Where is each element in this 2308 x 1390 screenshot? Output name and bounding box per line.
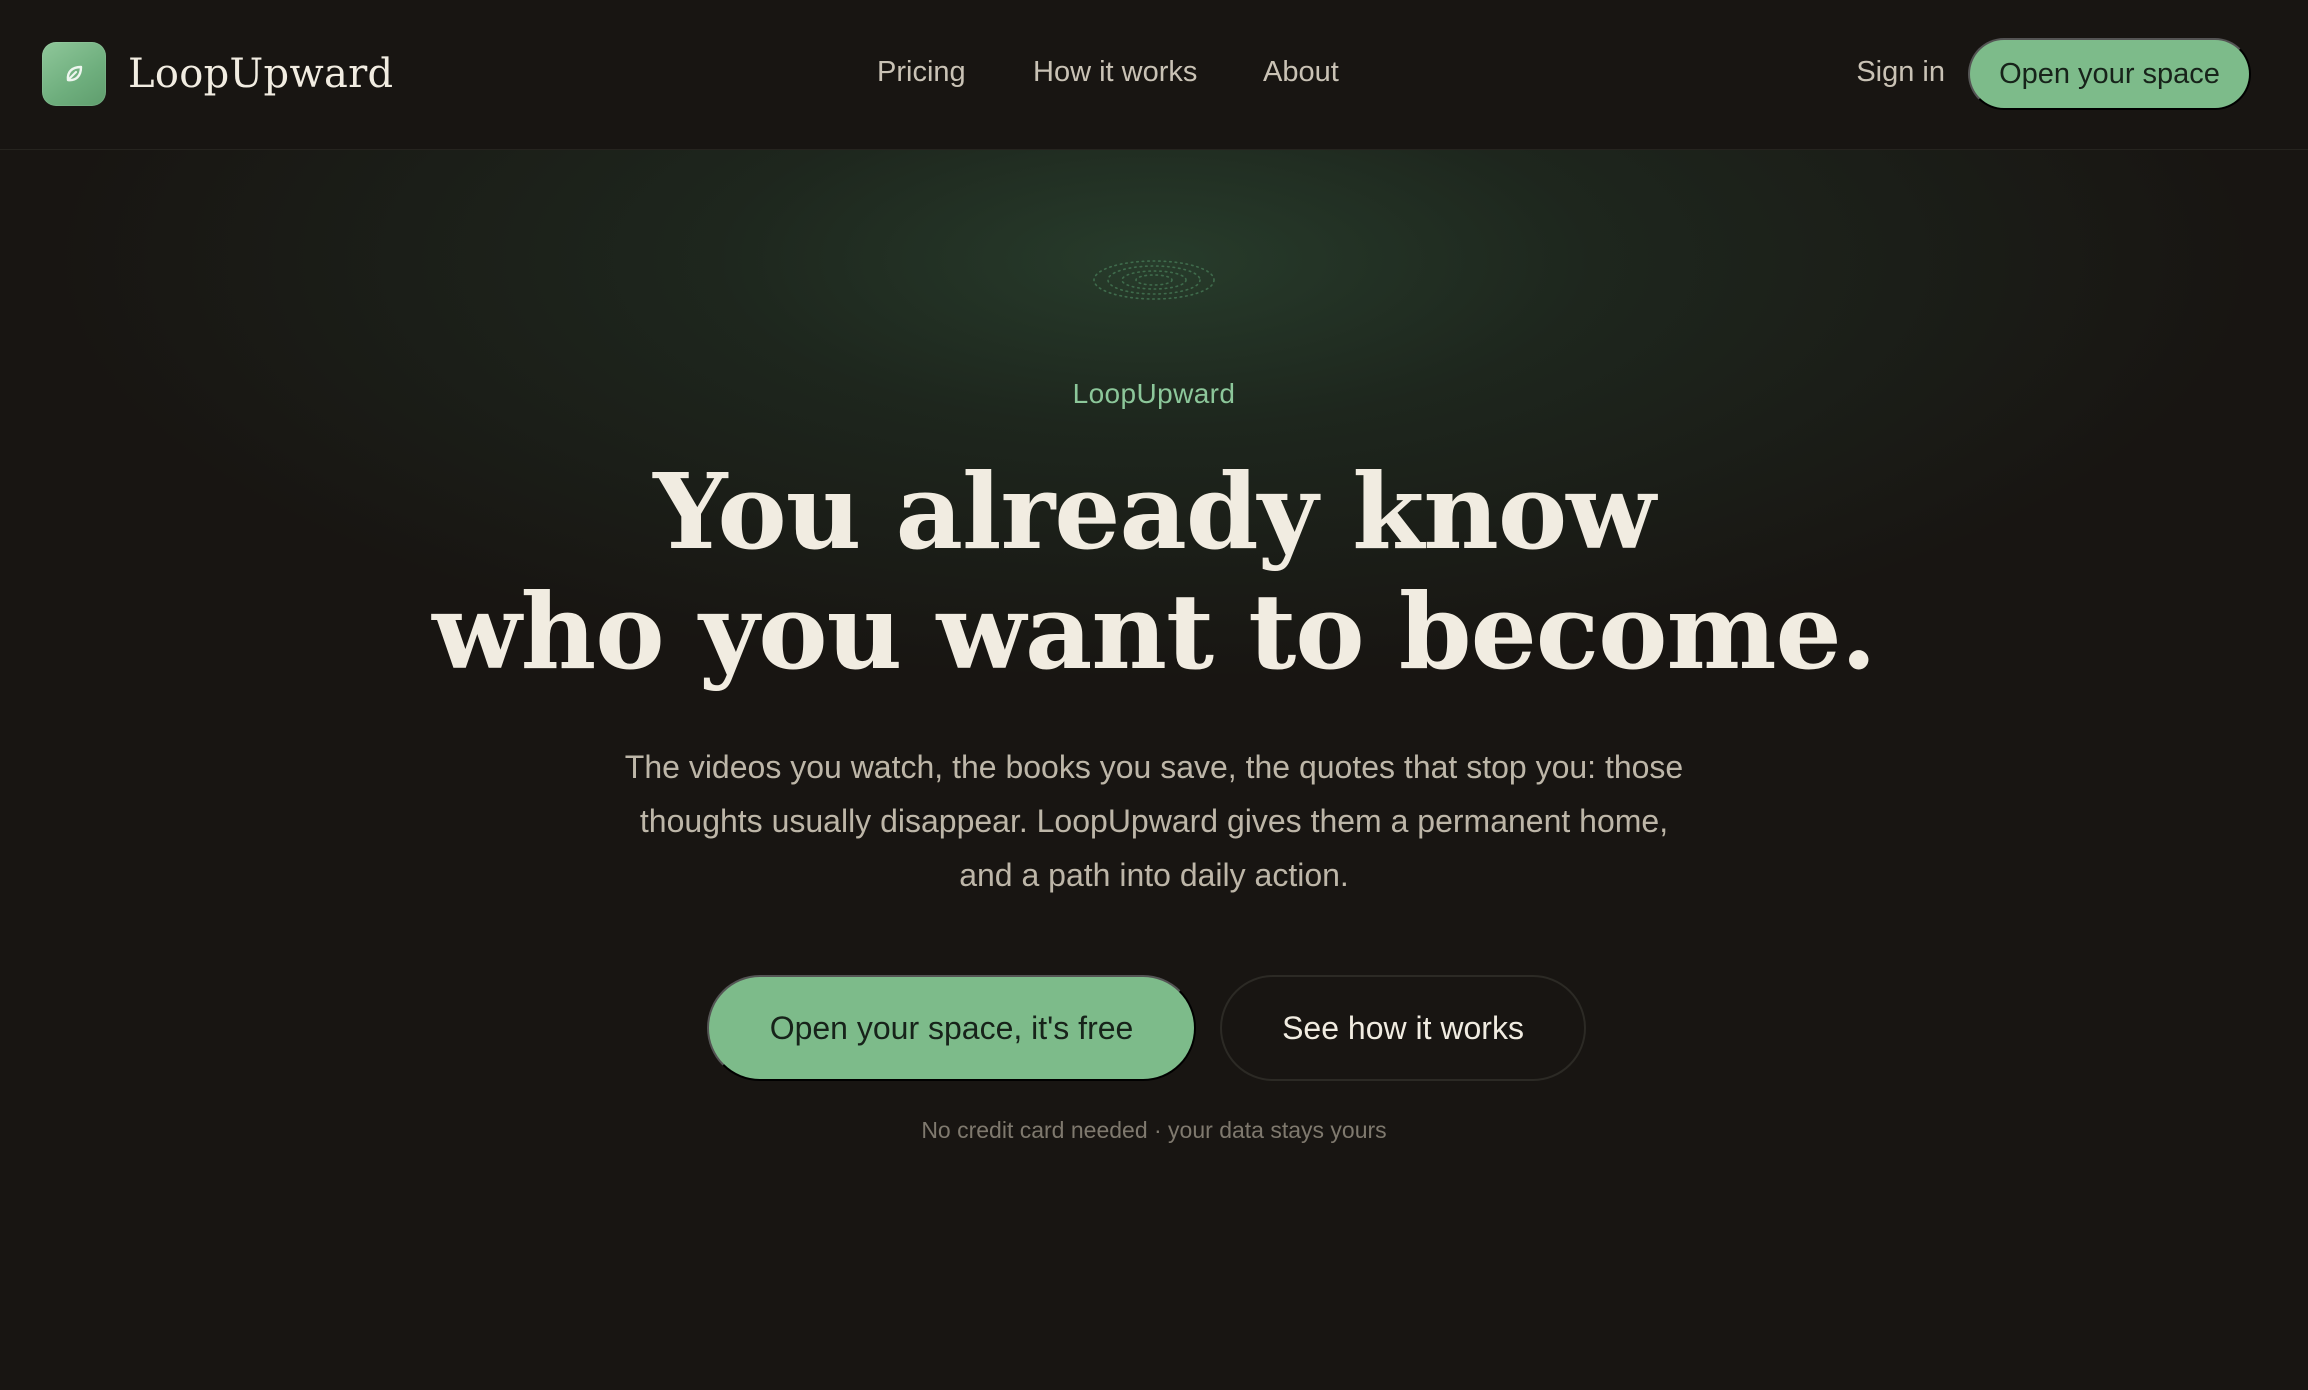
hero-eyebrow: LoopUpward	[1072, 378, 1236, 409]
nav-link-about[interactable]: About	[1263, 56, 1339, 89]
subtext-line-2: thoughts usually disappear. LoopUpward g…	[639, 803, 1669, 839]
nav-link-pricing[interactable]: Pricing	[877, 56, 966, 89]
open-space-free-button[interactable]: Open your space, it's free	[707, 975, 1196, 1081]
see-how-it-works-button[interactable]: See how it works	[1220, 975, 1586, 1081]
brand-link[interactable]: LoopUpward	[42, 41, 393, 107]
sign-in-link[interactable]: Sign in	[1856, 56, 1945, 89]
hero-subtext: The videos you watch, the books you save…	[0, 740, 2308, 902]
dotted-ring-icon	[1093, 260, 1215, 300]
hero-cta-row: Open your space, it's free See how it wo…	[0, 975, 2308, 1083]
subtext-line-1: The videos you watch, the books you save…	[624, 749, 1684, 785]
hero-fineprint: No credit card needed · your data stays …	[921, 1117, 1387, 1143]
open-space-button[interactable]: Open your space	[1968, 38, 2251, 110]
brand-logo	[42, 42, 106, 106]
nav-link-how-it-works[interactable]: How it works	[1033, 56, 1197, 89]
headline-line-1: You already know	[653, 450, 1656, 573]
leaf-icon	[66, 65, 83, 82]
top-navigation: LoopUpward Pricing How it works About Si…	[0, 0, 2308, 150]
subtext-line-3: and a path into daily action.	[959, 857, 1349, 893]
headline-line-2: who you want to become.	[432, 570, 1877, 693]
hero-headline: You already know who you want to become.	[0, 452, 2308, 692]
brand-name: LoopUpward	[128, 51, 394, 97]
landing-page: LoopUpward Pricing How it works About Si…	[0, 0, 2308, 1390]
